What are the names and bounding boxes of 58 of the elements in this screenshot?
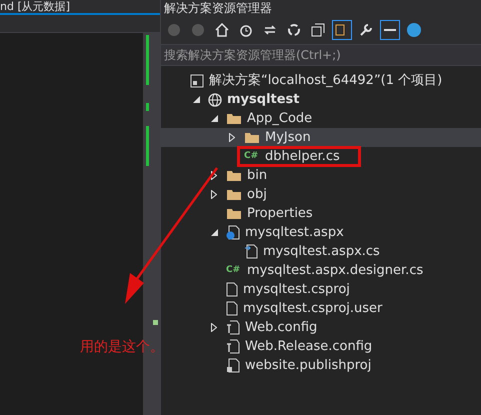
tree-item-label: mysqltest.csproj.user bbox=[243, 300, 382, 318]
config-file-icon bbox=[226, 339, 240, 354]
tree-item-label: Properties bbox=[247, 204, 313, 223]
csharp-file-icon: C# bbox=[244, 152, 260, 161]
folder-icon bbox=[244, 131, 260, 144]
tree-item-label: mysqltest bbox=[227, 90, 300, 109]
tree-item-label: mysqltest.aspx bbox=[245, 224, 344, 242]
file-icon bbox=[226, 301, 238, 316]
expanded-arrow-icon[interactable] bbox=[210, 115, 218, 122]
show-files-icon[interactable] bbox=[331, 18, 353, 40]
tree-item-label: website.publishproj bbox=[245, 356, 372, 375]
tree-item[interactable]: obj bbox=[161, 185, 481, 204]
tree-item[interactable]: mysqltest.aspx bbox=[161, 223, 481, 242]
tree-item-label: mysqltest.aspx.designer.cs bbox=[247, 262, 424, 280]
tree-item[interactable]: bin bbox=[161, 166, 481, 185]
code-file-icon bbox=[244, 244, 258, 259]
tree-item[interactable]: App_Code bbox=[161, 109, 481, 128]
tree-item[interactable]: mysqltest.aspx.cs bbox=[161, 242, 481, 261]
folder-icon bbox=[226, 112, 242, 125]
expanded-arrow-icon[interactable] bbox=[210, 229, 218, 236]
tree-item[interactable]: mysqltest.csproj bbox=[161, 280, 481, 299]
tree-item-label: dbhelper.cs bbox=[265, 148, 340, 166]
tree-item-label: Web.config bbox=[245, 318, 318, 337]
web-file-icon bbox=[226, 225, 240, 240]
tree-item-label: 解决方案“localhost_64492”(1 个项目) bbox=[209, 72, 442, 90]
folder-icon bbox=[226, 169, 242, 182]
tree-item[interactable]: mysqltest.csproj.user bbox=[161, 299, 481, 318]
collapsed-arrow-icon[interactable] bbox=[229, 133, 235, 142]
config-file-icon bbox=[226, 320, 240, 335]
tree-item[interactable]: Web.Release.config bbox=[161, 337, 481, 356]
expanded-arrow-icon[interactable] bbox=[192, 96, 200, 103]
tree-item-label: MyJson bbox=[265, 128, 311, 147]
file-icon bbox=[226, 282, 238, 297]
tree-item[interactable]: 解决方案“localhost_64492”(1 个项目) bbox=[161, 71, 481, 90]
collapsed-arrow-icon[interactable] bbox=[211, 171, 217, 180]
tree-item[interactable]: C# dbhelper.cs bbox=[161, 147, 481, 166]
tree-item[interactable]: Properties bbox=[161, 204, 481, 223]
tree-item-label: mysqltest.aspx.cs bbox=[263, 242, 380, 261]
panel-title: 解决方案资源管理器 bbox=[164, 2, 272, 14]
solution-icon bbox=[190, 74, 204, 88]
tree-item-label: mysqltest.csproj bbox=[243, 280, 350, 299]
tree-item-label: obj bbox=[247, 186, 267, 204]
tree-item-label: bin bbox=[247, 166, 268, 185]
csharp-file-icon: C# bbox=[226, 266, 242, 275]
tree-item-label: App_Code bbox=[247, 110, 312, 128]
tree-item[interactable]: C# mysqltest.aspx.designer.cs bbox=[161, 261, 481, 280]
publish-file-icon bbox=[226, 358, 240, 373]
tree-item[interactable]: MyJson bbox=[161, 128, 481, 147]
tree-item-label: Web.Release.config bbox=[245, 338, 372, 356]
annotation-text: 用的是这个。 bbox=[80, 338, 164, 357]
preview-icon[interactable] bbox=[379, 18, 401, 40]
tree-item[interactable]: mysqltest bbox=[161, 90, 481, 109]
tree-item[interactable]: website.publishproj bbox=[161, 356, 481, 375]
collapsed-arrow-icon[interactable] bbox=[211, 323, 217, 332]
tree-item[interactable]: Web.config bbox=[161, 318, 481, 337]
folder-icon bbox=[226, 188, 242, 201]
folder-icon bbox=[226, 207, 242, 220]
collapsed-arrow-icon[interactable] bbox=[211, 190, 217, 199]
